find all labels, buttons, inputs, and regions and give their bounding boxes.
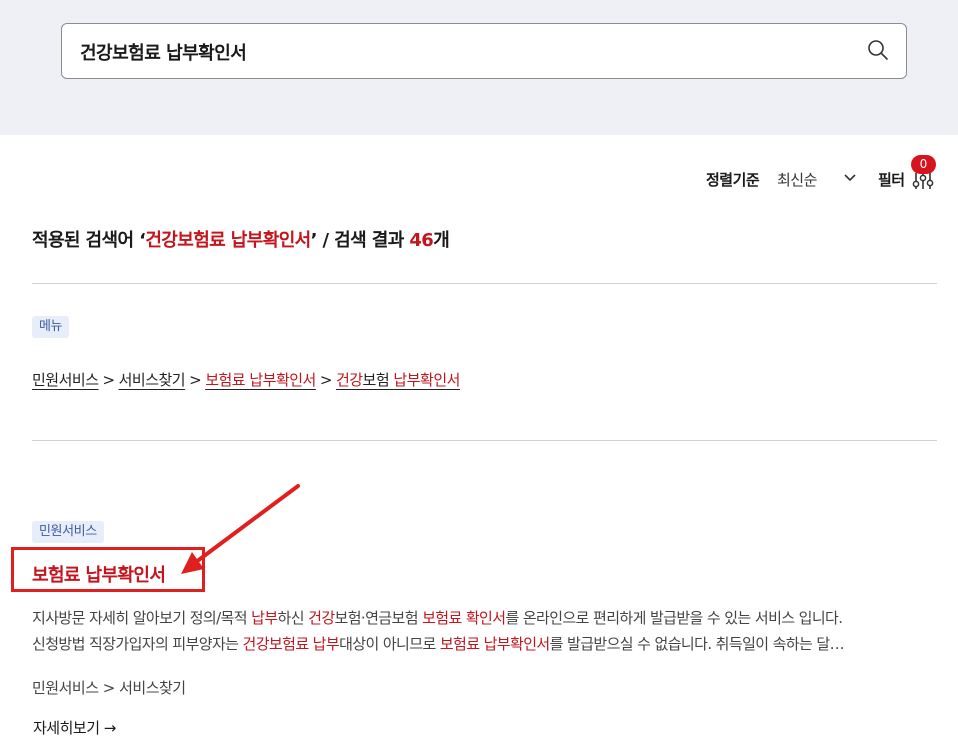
desc-highlight: 건강보험료 납부 — [242, 635, 340, 653]
result-description-line-1: 지사방문 자세히 알아보기 정의/목적 납부하신 건강보험·연금보험 보험료 확… — [32, 607, 952, 628]
sort-label: 정렬기준 — [706, 171, 760, 189]
filter-button[interactable]: 필터 — [878, 169, 905, 190]
search-query-text[interactable]: 건강보험료 납부확인서 — [80, 39, 247, 65]
path-text: 보험 — [362, 371, 394, 389]
search-band: 건강보험료 납부확인서 — [0, 0, 958, 135]
search-input[interactable]: 건강보험료 납부확인서 — [61, 23, 907, 79]
path-separator: > — [189, 371, 202, 389]
summary-middle: ’ / 검색 결과 — [310, 230, 410, 251]
desc-text: 보험·연금보험 — [334, 609, 423, 627]
summary-prefix: 적용된 검색어 ‘ — [32, 230, 146, 251]
search-icon[interactable] — [866, 38, 890, 62]
divider — [32, 283, 937, 284]
desc-text: 를 온라인으로 편리하게 발급받을 수 있는 서비스 입니다. — [505, 609, 843, 627]
menu-path-link-2[interactable]: 서비스찾기 — [119, 371, 186, 389]
search-summary: 적용된 검색어 ‘건강보험료 납부확인서’ / 검색 결과 46개 — [32, 226, 450, 252]
summary-suffix: 개 — [433, 230, 450, 251]
sort-select[interactable]: 최신순 — [777, 169, 817, 190]
desc-highlight: 건강 — [308, 609, 335, 627]
result-category-tag: 민원서비스 — [32, 521, 104, 543]
read-more-link[interactable]: 자세히보기 → — [33, 717, 116, 738]
filter-count-badge: 0 — [911, 155, 936, 174]
menu-path-link-1[interactable]: 민원서비스 — [32, 371, 99, 389]
path-separator: > — [319, 371, 333, 389]
filter-sliders-icon[interactable] — [912, 171, 934, 191]
result-description-line-2: 신청방법 직장가입자의 피부양자는 건강보험료 납부대상이 아니므로 보험료 납… — [32, 633, 952, 654]
desc-text: 하신 — [277, 609, 309, 627]
chevron-down-icon[interactable] — [843, 173, 857, 183]
result-breadcrumb: 민원서비스 > 서비스찾기 — [32, 679, 186, 697]
path-highlight: 건강 — [335, 371, 363, 389]
menu-path-link-3[interactable]: 보험료 납부확인서 — [205, 371, 316, 389]
summary-term: 건강보험료 납부확인서 — [145, 230, 311, 251]
desc-text: 지사방문 자세히 알아보기 정의/목적 — [32, 609, 252, 627]
desc-text: 대상이 아니므로 — [339, 635, 440, 653]
desc-highlight: 보험료 확인서 — [422, 609, 506, 627]
menu-path-link-4[interactable]: 건강보험 납부확인서 — [336, 371, 460, 389]
result-title-link[interactable]: 보험료 납부확인서 — [32, 561, 166, 587]
desc-highlight: 보험료 납부확인서 — [439, 635, 550, 653]
summary-count: 46 — [409, 230, 434, 251]
path-highlight: 납부확인서 — [393, 371, 460, 389]
menu-category-tag: 메뉴 — [32, 316, 70, 338]
path-separator: > — [102, 371, 116, 389]
desc-text: 를 발급받으실 수 없습니다. 취득일이 속하는 달… — [549, 635, 845, 653]
divider — [32, 440, 937, 441]
desc-text: 신청방법 직장가입자의 피부양자는 — [32, 635, 243, 653]
menu-path: 민원서비스 > 서비스찾기 > 보험료 납부확인서 > 건강보험 납부확인서 — [32, 369, 460, 390]
desc-highlight: 납부 — [251, 609, 278, 627]
